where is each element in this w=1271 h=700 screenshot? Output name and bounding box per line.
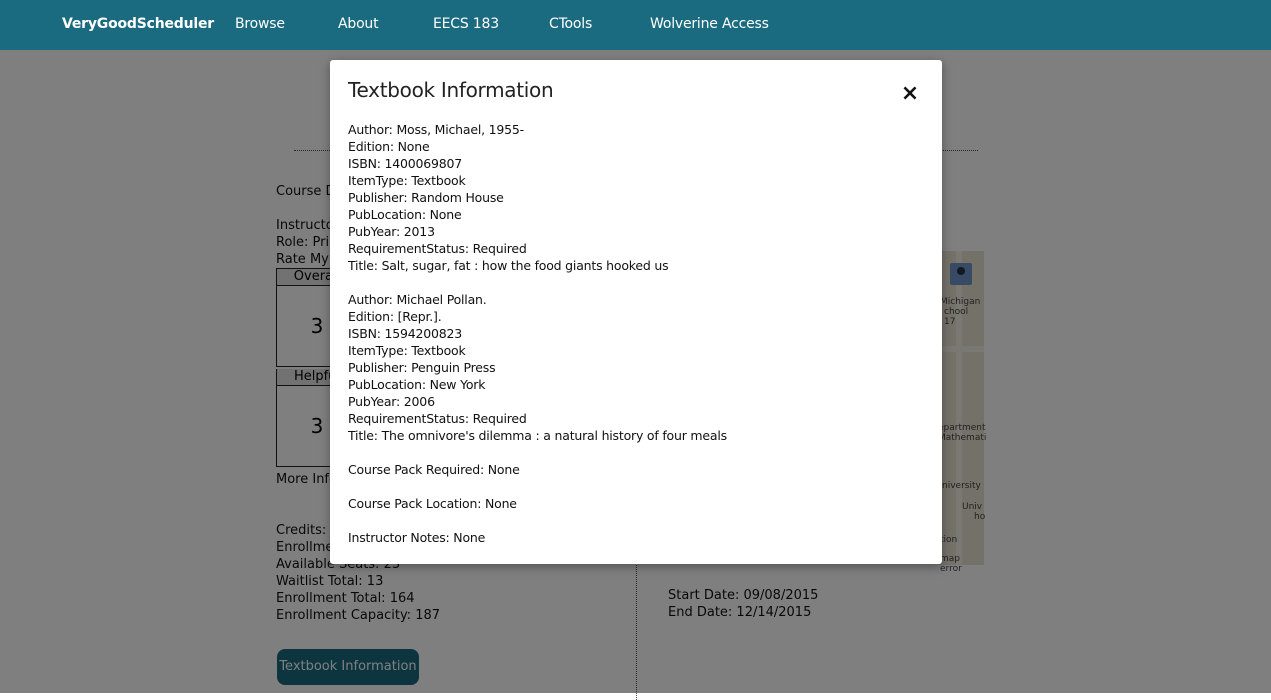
course-pack-location: Course Pack Location: None (348, 496, 517, 511)
nav-ctools[interactable]: CTools (549, 16, 592, 32)
top-navbar: VeryGoodScheduler Browse About EECS 183 … (0, 0, 1271, 50)
book-item-type: ItemType: Textbook (348, 343, 466, 358)
book-requirement-status: RequirementStatus: Required (348, 241, 527, 256)
nav-browse[interactable]: Browse (235, 16, 285, 32)
brand-link[interactable]: VeryGoodScheduler (62, 16, 214, 32)
book-isbn: ISBN: 1594200823 (348, 326, 463, 341)
book-publisher: Publisher: Random House (348, 190, 504, 205)
instructor-notes: Instructor Notes: None (348, 530, 486, 545)
close-icon[interactable]: × (900, 82, 920, 106)
nav-eecs-183[interactable]: EECS 183 (433, 16, 499, 32)
textbook-info-modal: Textbook Information × Author: Moss, Mic… (330, 60, 942, 564)
book-author: Author: Michael Pollan. (348, 292, 487, 307)
book-edition: Edition: None (348, 139, 430, 154)
book-title: Title: The omnivore's dilemma : a natura… (348, 428, 727, 443)
book-edition: Edition: [Repr.]. (348, 309, 442, 324)
course-pack-required: Course Pack Required: None (348, 462, 520, 477)
book-publisher: Publisher: Penguin Press (348, 360, 496, 375)
book-title: Title: Salt, sugar, fat : how the food g… (348, 258, 669, 273)
book-item-type: ItemType: Textbook (348, 173, 466, 188)
nav-about[interactable]: About (338, 16, 379, 32)
book-requirement-status: RequirementStatus: Required (348, 411, 527, 426)
book-pub-location: PubLocation: None (348, 207, 462, 222)
book-pub-year: PubYear: 2013 (348, 224, 435, 239)
book-isbn: ISBN: 1400069807 (348, 156, 463, 171)
book-pub-year: PubYear: 2006 (348, 394, 435, 409)
modal-title: Textbook Information (348, 78, 554, 102)
modal-body: Author: Moss, Michael, 1955- Edition: No… (348, 121, 727, 546)
book-author: Author: Moss, Michael, 1955- (348, 122, 524, 137)
nav-wolverine-access[interactable]: Wolverine Access (650, 16, 769, 32)
book-pub-location: PubLocation: New York (348, 377, 486, 392)
